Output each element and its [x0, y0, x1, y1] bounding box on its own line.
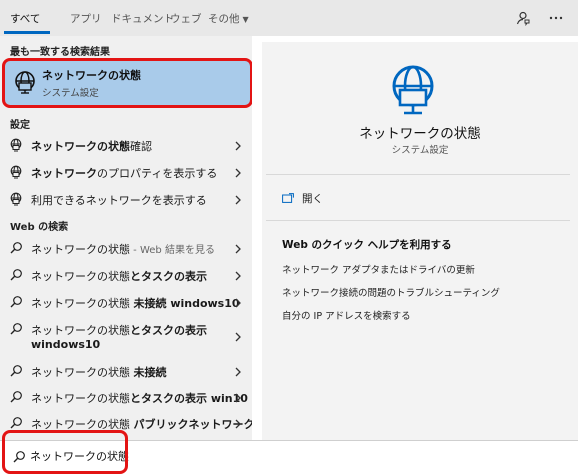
active-tab-indicator [4, 31, 50, 34]
preview-pane: ネットワークの状態 システム設定 開く Web のクイック ヘルプを利用する ネ… [262, 42, 578, 440]
globe-monitor-icon [9, 192, 23, 206]
chevron-right-icon [235, 393, 241, 403]
search-icon [10, 365, 22, 377]
settings-item-bold: ネットワーク [31, 167, 97, 180]
web-help-title: Web のクイック ヘルプを利用する [282, 239, 452, 251]
tab-more-label: その他 [208, 13, 240, 25]
chevron-right-icon [235, 367, 241, 377]
open-label: 開く [302, 192, 323, 205]
globe-monitor-icon [384, 62, 442, 120]
web-result-label: ネットワークの状態とタスクの表示 [31, 322, 207, 338]
settings-item-available-networks[interactable]: 利用できるネットワークを表示する [0, 190, 252, 208]
chevron-right-icon [235, 141, 241, 151]
best-match-subtitle: システム設定 [42, 88, 99, 99]
tab-documents[interactable]: ドキュメント [111, 10, 174, 28]
best-match-result[interactable]: ネットワークの状態 システム設定 [2, 58, 252, 108]
search-highlight-box [2, 430, 128, 474]
globe-monitor-icon [9, 165, 23, 179]
web-result-label: ネットワークの状態 未接続 [31, 364, 167, 380]
open-window-icon [282, 193, 294, 203]
web-result-suffix: とタスクの表示 win10 [130, 392, 248, 405]
web-result-suffix: 未接続 [133, 366, 167, 379]
web-result-prefix: ネットワークの状態 [31, 270, 130, 283]
chevron-right-icon [235, 332, 241, 342]
settings-item-network-properties[interactable]: ネットワークのプロパティを表示する [0, 163, 252, 181]
settings-item-label: ネットワークのプロパティを表示する [31, 165, 217, 181]
help-link[interactable]: ネットワーク アダプタまたはドライバの更新 [282, 262, 475, 276]
web-result-item[interactable]: ネットワークの状態 未接続 [0, 362, 252, 380]
web-result-prefix: ネットワークの状態 [31, 243, 130, 256]
web-result-item[interactable]: ネットワークの状態 - Web 結果を見る [0, 239, 252, 257]
chevron-right-icon [235, 168, 241, 178]
search-icon [10, 269, 22, 281]
chevron-right-icon [235, 195, 241, 205]
chevron-right-icon [235, 419, 241, 429]
tab-apps[interactable]: アプリ [70, 10, 102, 28]
tab-more[interactable]: その他 ▼ [208, 10, 249, 28]
web-result-label-line2: windows10 [31, 338, 100, 351]
web-result-prefix: ネットワークの状態 [31, 366, 134, 379]
chevron-right-icon [235, 271, 241, 281]
globe-monitor-icon [9, 138, 23, 152]
preview-title: ネットワークの状態 [359, 126, 481, 142]
settings-item-network-status-check[interactable]: ネットワークの状態確認 [0, 136, 252, 154]
results-pane: 最も一致する検索結果 ネットワークの状態 システム設定 設定 ネットワークの状態… [0, 36, 252, 440]
web-result-hint: - Web 結果を見る [130, 245, 215, 256]
search-icon [10, 323, 22, 335]
chevron-right-icon [235, 244, 241, 254]
filter-tab-bar: すべて アプリ ドキュメント ウェブ その他 ▼ [0, 0, 578, 36]
preview-subtitle: システム設定 [391, 145, 449, 156]
tab-all[interactable]: すべて [10, 10, 40, 28]
more-options-icon[interactable] [545, 8, 567, 28]
web-result-suffix: とタスクの表示 [130, 324, 207, 337]
web-result-label: ネットワークの状態とタスクの表示 [31, 268, 207, 284]
best-match-title: ネットワークの状態 [42, 69, 141, 82]
help-link[interactable]: ネットワーク接続の問題のトラブルシューティング [282, 285, 500, 299]
search-icon [10, 417, 22, 429]
help-link[interactable]: 自分の IP アドレスを検索する [282, 308, 411, 322]
feedback-icon[interactable] [512, 8, 534, 28]
web-result-label: ネットワークの状態 - Web 結果を見る [31, 241, 215, 257]
web-result-item[interactable]: ネットワークの状態 未接続 windows10 [0, 293, 252, 311]
web-result-suffix: 未接続 windows10 [133, 297, 240, 310]
settings-item-label: ネットワークの状態確認 [31, 138, 152, 154]
web-result-line2: windows10 [31, 338, 101, 351]
open-action[interactable]: 開く [282, 188, 323, 208]
settings-item-rest: 利用できるネットワークを表示する [31, 194, 207, 207]
globe-monitor-icon [11, 69, 39, 97]
preview-divider [266, 220, 570, 221]
settings-item-bold: ネットワークの状態 [31, 140, 130, 153]
settings-item-label: 利用できるネットワークを表示する [31, 192, 207, 208]
web-result-prefix: ネットワークの状態 [31, 324, 130, 337]
web-result-label: ネットワークの状態とタスクの表示 win10 [31, 390, 248, 406]
web-result-item[interactable]: ネットワークの状態とタスクの表示 windows10 [0, 320, 252, 354]
tab-web[interactable]: ウェブ [170, 10, 202, 28]
section-settings: 設定 [10, 120, 30, 131]
preview-divider [266, 174, 570, 175]
chevron-down-icon: ▼ [242, 15, 249, 24]
web-result-prefix: ネットワークの状態 [31, 297, 134, 310]
web-result-prefix: ネットワークの状態 [31, 392, 130, 405]
settings-item-rest: 確認 [130, 140, 152, 153]
section-best-match: 最も一致する検索結果 [10, 47, 110, 58]
web-result-item[interactable]: ネットワークの状態とタスクの表示 win10 [0, 388, 252, 406]
web-result-item[interactable]: ネットワークの状態とタスクの表示 [0, 266, 252, 284]
chevron-right-icon [235, 298, 241, 308]
settings-item-rest: のプロパティを表示する [97, 167, 218, 180]
web-result-suffix: とタスクの表示 [130, 270, 207, 283]
search-icon [10, 391, 22, 403]
web-result-label: ネットワークの状態 未接続 windows10 [31, 295, 240, 311]
section-web-search: Web の検索 [10, 222, 69, 233]
search-icon [10, 296, 22, 308]
search-icon [10, 242, 22, 254]
